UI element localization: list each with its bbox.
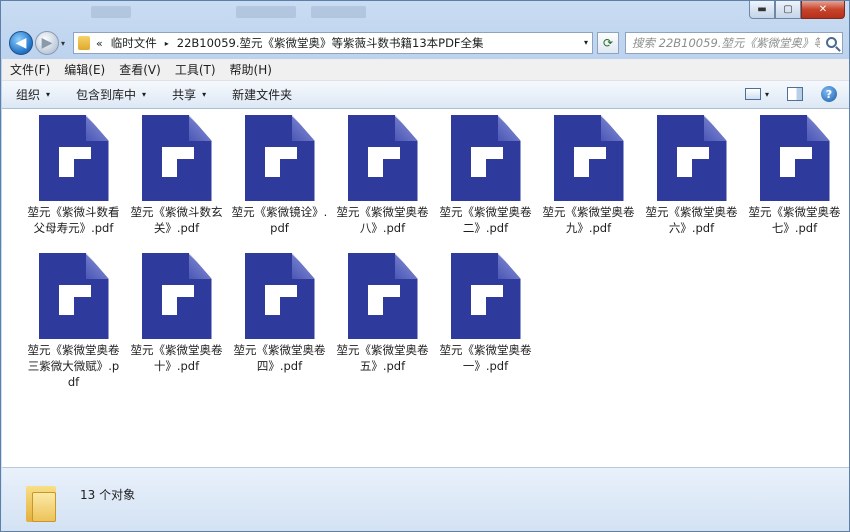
file-item[interactable]: 堃元《紫微堂奥卷八》.pdf <box>331 115 434 253</box>
address-row: ◀ ▶ ▾ « 临时文件 ▸ 22B10059.堃元《紫微堂奥》等紫薇斗数书籍1… <box>1 29 849 57</box>
breadcrumb-overflow[interactable]: « <box>96 37 103 50</box>
view-controls: ▾ ? <box>744 86 837 102</box>
folder-icon <box>78 36 90 50</box>
file-item[interactable]: 堃元《紫微堂奥卷九》.pdf <box>537 115 640 253</box>
pdf-file-icon[interactable] <box>38 115 109 201</box>
address-bar[interactable]: « 临时文件 ▸ 22B10059.堃元《紫微堂奥》等紫薇斗数书籍13本PDF全… <box>73 32 593 54</box>
new-folder-label: 新建文件夹 <box>232 88 293 102</box>
search-placeholder: 搜索 22B10059.堃元《紫微堂奥》等... <box>632 36 820 50</box>
organize-label: 组织 <box>16 88 41 102</box>
file-name[interactable]: 堃元《紫微堂奥卷四》.pdf <box>231 342 329 374</box>
file-item[interactable]: 堃元《紫微堂奥卷四》.pdf <box>228 253 331 391</box>
pdf-file-icon[interactable] <box>450 115 521 201</box>
pdf-file-icon[interactable] <box>347 115 418 201</box>
file-name[interactable]: 堃元《紫微堂奥卷六》.pdf <box>643 204 741 236</box>
file-name[interactable]: 堃元《紫微堂奥卷九》.pdf <box>540 204 638 236</box>
include-in-library-button[interactable]: 包含到库中 ▾ <box>76 86 146 103</box>
pdf-file-icon[interactable] <box>450 253 521 339</box>
details-pane: 13 个对象 <box>2 467 849 531</box>
maximize-button[interactable]: ▢ <box>775 1 801 19</box>
menu-bar: 文件(F) 编辑(E) 查看(V) 工具(T) 帮助(H) <box>2 59 849 81</box>
file-name[interactable]: 堃元《紫微镜诠》.pdf <box>231 204 329 236</box>
file-item[interactable]: 堃元《紫微堂奥卷十》.pdf <box>125 253 228 391</box>
close-button[interactable]: ✕ <box>801 1 845 19</box>
pdf-file-icon[interactable] <box>244 115 315 201</box>
pdf-file-icon[interactable] <box>141 115 212 201</box>
help-icon[interactable]: ? <box>821 86 837 102</box>
file-name[interactable]: 堃元《紫微堂奥卷七》.pdf <box>746 204 844 236</box>
file-item[interactable]: 堃元《紫微堂奥卷七》.pdf <box>743 115 846 253</box>
file-item[interactable]: 堃元《紫微镜诠》.pdf <box>228 115 331 253</box>
file-name[interactable]: 堃元《紫微堂奥卷十》.pdf <box>128 342 226 374</box>
file-item[interactable]: 堃元《紫微斗数玄关》.pdf <box>125 115 228 253</box>
pdf-file-icon[interactable] <box>656 115 727 201</box>
forward-button[interactable]: ▶ <box>35 31 59 55</box>
preview-pane-icon[interactable] <box>787 87 803 101</box>
pdf-file-icon[interactable] <box>141 253 212 339</box>
file-item[interactable]: 堃元《紫微斗数看父母寿元》.pdf <box>22 115 125 253</box>
explorer-window: ▬ ▢ ✕ ◀ ▶ ▾ « 临时文件 ▸ 22B10059.堃元《紫微堂奥》等紫… <box>0 0 850 532</box>
window-controls: ▬ ▢ ✕ <box>749 1 845 19</box>
menu-file[interactable]: 文件(F) <box>10 61 50 78</box>
menu-view[interactable]: 查看(V) <box>119 61 161 78</box>
back-button[interactable]: ◀ <box>9 31 33 55</box>
item-count: 13 个对象 <box>80 488 136 502</box>
minimize-button[interactable]: ▬ <box>749 1 775 19</box>
file-item[interactable]: 堃元《紫微堂奥卷一》.pdf <box>434 253 537 391</box>
file-item[interactable]: 堃元《紫微堂奥卷六》.pdf <box>640 115 743 253</box>
file-name[interactable]: 堃元《紫微堂奥卷三紫微大微赋》.pdf <box>25 342 123 390</box>
breadcrumb-item[interactable]: 22B10059.堃元《紫微堂奥》等紫薇斗数书籍13本PDF全集 <box>177 35 484 51</box>
pdf-file-icon[interactable] <box>553 115 624 201</box>
file-name[interactable]: 堃元《紫微堂奥卷一》.pdf <box>437 342 535 374</box>
menu-edit[interactable]: 编辑(E) <box>64 61 105 78</box>
title-ghost <box>311 6 366 18</box>
chevron-down-icon: ▾ <box>142 90 147 99</box>
menu-help[interactable]: 帮助(H) <box>230 61 272 78</box>
file-list-pane[interactable]: 堃元《紫微斗数看父母寿元》.pdf 堃元《紫微斗数玄关》.pdf 堃元《紫微镜诠》.… <box>2 109 849 467</box>
file-item[interactable]: 堃元《紫微堂奥卷二》.pdf <box>434 115 537 253</box>
pdf-file-icon[interactable] <box>347 253 418 339</box>
new-folder-button[interactable]: 新建文件夹 <box>232 86 292 103</box>
title-ghost <box>236 6 296 18</box>
breadcrumb-separator-icon[interactable]: ▸ <box>165 39 169 48</box>
view-options-dropdown[interactable]: ▾ <box>765 90 769 99</box>
file-item[interactable]: 堃元《紫微堂奥卷五》.pdf <box>331 253 434 391</box>
file-item[interactable]: 堃元《紫微堂奥卷三紫微大微赋》.pdf <box>22 253 125 391</box>
recent-pages-dropdown[interactable]: ▾ <box>61 39 65 48</box>
folder-icon <box>26 482 56 522</box>
include-in-library-label: 包含到库中 <box>76 88 137 102</box>
breadcrumb-item[interactable]: 临时文件 <box>111 35 157 51</box>
organize-button[interactable]: 组织 ▾ <box>16 86 50 103</box>
file-name[interactable]: 堃元《紫微斗数玄关》.pdf <box>128 204 226 236</box>
chevron-down-icon: ▾ <box>202 90 207 99</box>
search-icon[interactable] <box>826 37 837 48</box>
share-button[interactable]: 共享 ▾ <box>172 86 206 103</box>
file-grid: 堃元《紫微斗数看父母寿元》.pdf 堃元《紫微斗数玄关》.pdf 堃元《紫微镜诠》.… <box>22 115 846 391</box>
menu-tools[interactable]: 工具(T) <box>175 61 216 78</box>
command-bar: 组织 ▾ 包含到库中 ▾ 共享 ▾ 新建文件夹 ▾ ? <box>2 81 849 109</box>
pdf-file-icon[interactable] <box>38 253 109 339</box>
file-name[interactable]: 堃元《紫微斗数看父母寿元》.pdf <box>25 204 123 236</box>
chevron-down-icon: ▾ <box>46 90 51 99</box>
file-name[interactable]: 堃元《紫微堂奥卷八》.pdf <box>334 204 432 236</box>
search-input[interactable]: 搜索 22B10059.堃元《紫微堂奥》等... <box>625 32 843 54</box>
address-dropdown[interactable]: ▾ <box>584 38 588 47</box>
file-name[interactable]: 堃元《紫微堂奥卷二》.pdf <box>437 204 535 236</box>
title-bar[interactable]: ▬ ▢ ✕ <box>1 1 849 25</box>
refresh-button[interactable]: ⟳ <box>597 32 619 54</box>
title-ghost <box>91 6 131 18</box>
file-name[interactable]: 堃元《紫微堂奥卷五》.pdf <box>334 342 432 374</box>
share-label: 共享 <box>172 88 197 102</box>
pdf-file-icon[interactable] <box>244 253 315 339</box>
pdf-file-icon[interactable] <box>759 115 830 201</box>
change-view-icon[interactable] <box>744 88 761 100</box>
